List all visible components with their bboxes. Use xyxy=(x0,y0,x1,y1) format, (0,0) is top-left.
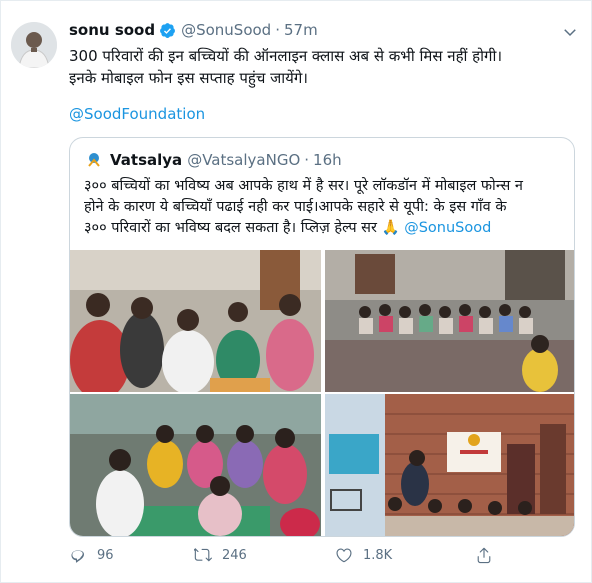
like-button[interactable]: 1.8K xyxy=(335,546,392,564)
photo-grid xyxy=(70,250,574,536)
retweet-count: 246 xyxy=(222,547,247,563)
quoted-text-line-1: ३०० बच्चियों का भविष्य अब आपके हाथ में ह… xyxy=(84,178,523,194)
like-count: 1.8K xyxy=(363,547,393,563)
author-name[interactable]: sonu sood xyxy=(69,21,155,39)
quoted-text-line-2: होने के कारण ये बच्चियाँ पढाई नही कर पाई… xyxy=(84,199,507,215)
mention-link[interactable]: @SoodFoundation xyxy=(69,105,205,123)
author-avatar[interactable] xyxy=(11,22,57,68)
quoted-header: Vatsalya @VatsalyaNGO · 16h xyxy=(84,150,342,170)
quoted-avatar[interactable] xyxy=(84,150,104,170)
tweet-text-line-2: इनके मोबाइल फोन इस सप्ताह पहुंच जायेंगे। xyxy=(69,69,308,87)
tweet-timestamp[interactable]: 57m xyxy=(284,21,318,39)
retweet-button[interactable]: 246 xyxy=(194,546,247,564)
share-button[interactable] xyxy=(475,546,503,564)
like-icon xyxy=(336,548,352,563)
tweet-text-line-1: 300 परिवारों की इन बच्चियों की ऑनलाइन क्… xyxy=(69,47,503,65)
photo-3[interactable] xyxy=(70,394,321,536)
action-bar: 96 246 1.8K xyxy=(69,546,519,570)
quoted-author-name[interactable]: Vatsalya xyxy=(110,151,182,169)
verified-badge-icon xyxy=(160,22,176,38)
share-icon xyxy=(477,547,491,564)
quoted-text-line-3-body: ३०० परिवारों का भविष्य बदल सकता है। प्लि… xyxy=(84,220,400,236)
tweet-card[interactable]: sonu sood @SonuSood · 57m 300 परिवारों क… xyxy=(0,0,592,583)
chevron-down-icon[interactable] xyxy=(561,23,579,41)
photo-1[interactable] xyxy=(70,250,321,392)
reply-icon xyxy=(71,550,84,563)
tweet-header: sonu sood @SonuSood · 57m xyxy=(69,21,318,39)
quoted-text-line-3: ३०० परिवारों का भविष्य बदल सकता है। प्लि… xyxy=(84,218,562,239)
retweet-icon xyxy=(194,548,212,562)
photo-4[interactable] xyxy=(325,394,574,536)
quoted-mention-link[interactable]: @SonuSood xyxy=(404,220,491,236)
quoted-separator-dot: · xyxy=(304,151,310,169)
quoted-tweet[interactable]: Vatsalya @VatsalyaNGO · 16h ३०० बच्चियों… xyxy=(69,137,575,537)
quoted-text: ३०० बच्चियों का भविष्य अब आपके हाथ में ह… xyxy=(84,176,562,239)
photo-2[interactable] xyxy=(325,250,574,392)
tweet-text: 300 परिवारों की इन बच्चियों की ऑनलाइन क्… xyxy=(69,45,577,89)
author-handle[interactable]: @SonuSood xyxy=(181,21,271,39)
reply-count: 96 xyxy=(97,547,114,563)
quoted-timestamp[interactable]: 16h xyxy=(313,151,342,169)
quoted-author-handle[interactable]: @VatsalyaNGO xyxy=(187,151,300,169)
reply-button[interactable]: 96 xyxy=(69,546,114,564)
separator-dot: · xyxy=(275,21,280,39)
